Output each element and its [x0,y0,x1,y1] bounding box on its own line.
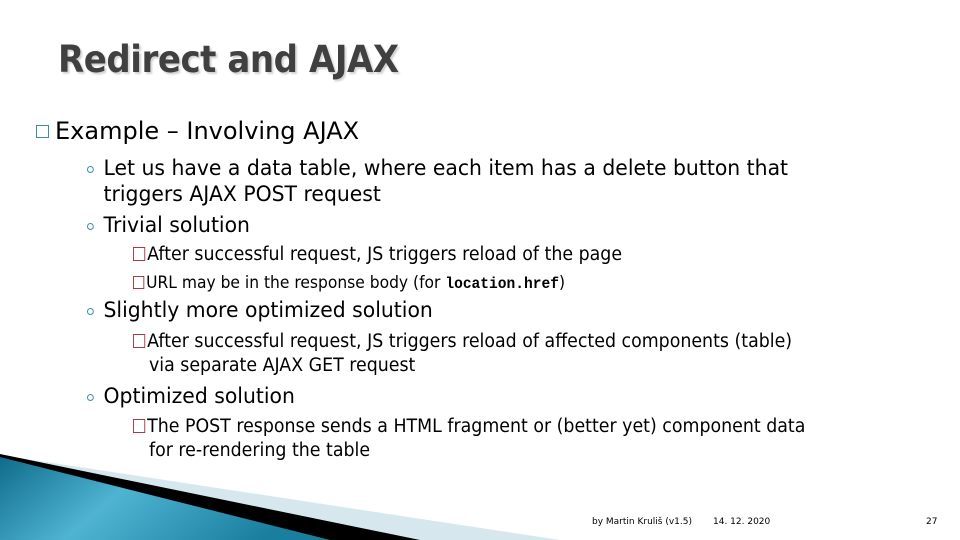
bullet-item-slightly-optimized: Slightly more optimized solution [87,297,433,323]
circle-bullet-icon [87,394,94,401]
bullet-text-continued: triggers AJAX POST request [103,182,381,206]
circle-bullet-icon [87,308,94,315]
bullet-text: Trivial solution [103,213,250,237]
bullet-text: URL may be in the response body (for [146,273,446,292]
bullet-text-suffix: ) [558,273,566,292]
footer-author: by Martin Kruliš (v1.5) [592,517,692,527]
code-location-href: location.href [445,275,559,293]
sub-bullet-reload-components: After successful request, JS triggers re… [133,330,792,378]
sub-bullet-post-response: The POST response sends a HTML fragment … [133,415,805,463]
bullet-text: Optimized solution [103,384,295,408]
bullet-text: Example – Involving AJAX [55,117,360,145]
bullet-text-continued: for re-rendering the table [148,440,371,461]
bullet-item-optimized: Optimized solution [87,383,295,409]
bullet-text: Let us have a data table, where each ite… [103,156,789,180]
bullet-text: Slightly more optimized solution [103,298,433,322]
circle-bullet-icon [87,166,94,173]
bullet-item-trivial: Trivial solution [87,212,250,238]
sub-bullet-reload-page: After successful request, JS triggers re… [133,244,622,265]
square-bullet-icon [133,419,146,433]
bullet-text: After successful request, JS triggers re… [147,331,793,352]
square-bullet-icon [36,125,49,138]
slide-title: Redirect and AJAX [58,38,399,81]
bullet-text-continued: via separate AJAX GET request [148,355,416,376]
square-bullet-icon [133,247,146,261]
bullet-text: The POST response sends a HTML fragment … [147,416,806,437]
footer-date: 14. 12. 2020 [713,517,771,527]
square-bullet-icon [133,334,146,348]
bullet-text: After successful request, JS triggers re… [147,244,623,265]
square-bullet-icon [133,276,145,289]
sub-sub-bullet-url: URL may be in the response body (for loc… [133,273,565,293]
circle-bullet-icon [87,223,94,230]
page-number: 27 [926,517,938,527]
bullet-level1: Example – Involving AJAX [36,117,359,145]
bullet-item-data-table: Let us have a data table, where each ite… [87,155,788,207]
